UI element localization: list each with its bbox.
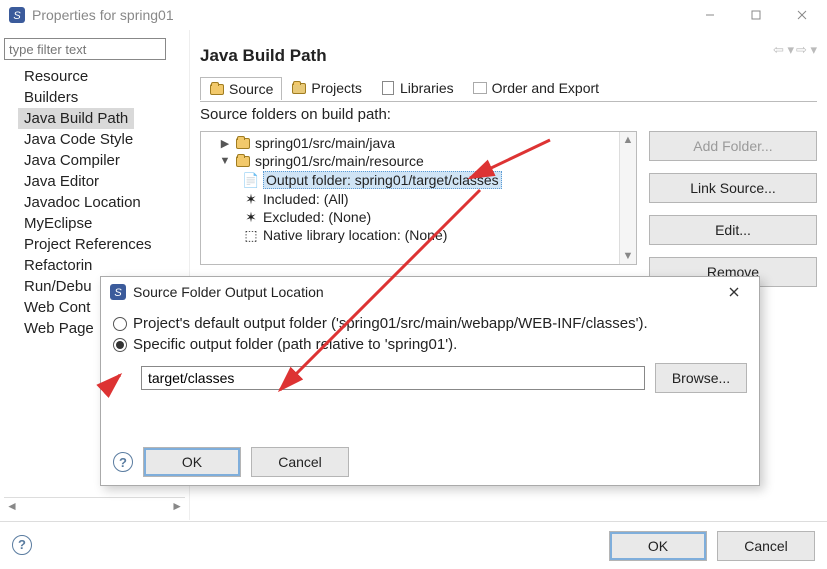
link-source-button[interactable]: Link Source... [649, 173, 817, 203]
tabs: Source Projects Libraries Order and Expo… [200, 74, 817, 102]
tree-node-label: Native library location: (None) [263, 227, 447, 243]
projects-icon [291, 80, 307, 96]
nav-item-java-compiler[interactable]: Java Compiler [18, 150, 185, 171]
dialog-ok-button[interactable]: OK [143, 447, 241, 477]
close-button[interactable] [779, 0, 825, 30]
forward-icon[interactable]: ⇨ ▾ [796, 42, 817, 58]
help-icon[interactable]: ? [113, 452, 133, 472]
native-lib-icon: ⬚ [243, 227, 259, 243]
minimize-button[interactable] [687, 0, 733, 30]
filter-input[interactable] [4, 38, 166, 60]
package-folder-icon [235, 153, 251, 169]
order-icon [472, 80, 488, 96]
maximize-button[interactable] [733, 0, 779, 30]
scroll-right-icon: ► [171, 499, 183, 513]
dialog-title: Source Folder Output Location [133, 284, 711, 300]
ok-button[interactable]: OK [609, 531, 707, 561]
source-folder-tree[interactable]: ▶ spring01/src/main/java ▼ spring01/src/… [200, 131, 637, 265]
nav-item-refactoring[interactable]: Refactorin [18, 255, 185, 276]
dialog-titlebar: S Source Folder Output Location [101, 277, 759, 307]
dialog-close-button[interactable] [711, 277, 757, 307]
help-icon[interactable]: ? [12, 535, 34, 557]
cancel-button[interactable]: Cancel [717, 531, 815, 561]
scroll-left-icon: ◄ [6, 499, 18, 513]
dialog-cancel-button[interactable]: Cancel [251, 447, 349, 477]
edit-button[interactable]: Edit... [649, 215, 817, 245]
tree-node-label: spring01/src/main/resource [255, 153, 424, 169]
window-title: Properties for spring01 [32, 7, 687, 23]
radio-specific-output[interactable]: Specific output folder (path relative to… [113, 336, 747, 353]
scroll-up-icon: ▲ [623, 132, 634, 148]
app-icon: S [109, 283, 127, 301]
filter-icon: ✶ [243, 209, 259, 225]
tree-node-label: spring01/src/main/java [255, 135, 395, 151]
nav-item-javadoc-location[interactable]: Javadoc Location [18, 192, 185, 213]
output-path-input[interactable] [141, 366, 645, 390]
tree-node-included[interactable]: ✶ Included: (All) [205, 190, 632, 208]
tree-node-excluded[interactable]: ✶ Excluded: (None) [205, 208, 632, 226]
tree-node-label: Excluded: (None) [263, 209, 371, 225]
tree-node-label: Included: (All) [263, 191, 349, 207]
libraries-icon [380, 80, 396, 96]
collapse-icon[interactable]: ▼ [219, 155, 231, 167]
nav-item-resource[interactable]: Resource [18, 66, 185, 87]
sidebar-h-scrollbar[interactable]: ◄ ► [4, 497, 185, 514]
tab-label: Source [229, 81, 273, 97]
history-nav: ⇦ ▾ ⇨ ▾ [773, 42, 817, 58]
svg-text:S: S [13, 10, 21, 22]
tab-label: Projects [311, 80, 362, 96]
output-location-dialog: S Source Folder Output Location Project'… [100, 276, 760, 486]
radio-icon [113, 338, 127, 352]
tree-node-label: Output folder: spring01/target/classes [263, 171, 502, 189]
radio-icon [113, 317, 127, 331]
tree-action-buttons: Add Folder... Link Source... Edit... Rem… [649, 129, 817, 287]
svg-text:S: S [114, 287, 122, 299]
dialog-footer: ? OK Cancel [101, 439, 759, 485]
page-title: Java Build Path [200, 38, 817, 74]
nav-item-java-build-path[interactable]: Java Build Path [18, 108, 134, 129]
tree-node-native-lib[interactable]: ⬚ Native library location: (None) [205, 226, 632, 244]
scroll-down-icon: ▼ [623, 248, 634, 264]
window-titlebar: S Properties for spring01 [0, 0, 827, 30]
nav-item-myeclipse[interactable]: MyEclipse [18, 213, 185, 234]
back-icon[interactable]: ⇦ ▾ [773, 42, 794, 58]
nav-item-project-references[interactable]: Project References [18, 234, 185, 255]
window-footer: ? OK Cancel [0, 521, 827, 569]
filter-icon: ✶ [243, 191, 259, 207]
tree-v-scrollbar[interactable]: ▲ ▼ [619, 132, 636, 264]
app-icon: S [8, 6, 26, 24]
nav-item-java-code-style[interactable]: Java Code Style [18, 129, 185, 150]
browse-button[interactable]: Browse... [655, 363, 747, 393]
tab-source[interactable]: Source [200, 77, 282, 100]
tab-label: Order and Export [492, 80, 599, 96]
tab-order-export[interactable]: Order and Export [463, 76, 608, 99]
package-folder-icon [235, 135, 251, 151]
tree-caption: Source folders on build path: [200, 106, 817, 123]
radio-default-output[interactable]: Project's default output folder ('spring… [113, 315, 747, 332]
add-folder-button[interactable]: Add Folder... [649, 131, 817, 161]
tab-projects[interactable]: Projects [282, 76, 371, 99]
radio-label: Project's default output folder ('spring… [133, 315, 648, 332]
nav-item-builders[interactable]: Builders [18, 87, 185, 108]
nav-item-java-editor[interactable]: Java Editor [18, 171, 185, 192]
tree-node[interactable]: ▶ spring01/src/main/java [205, 134, 632, 152]
tab-label: Libraries [400, 80, 454, 96]
tab-libraries[interactable]: Libraries [371, 76, 463, 99]
source-folder-icon [209, 81, 225, 97]
expand-icon[interactable]: ▶ [219, 137, 231, 150]
radio-label: Specific output folder (path relative to… [133, 336, 457, 353]
output-icon: 📄 [243, 172, 259, 188]
tree-node[interactable]: ▼ spring01/src/main/resource [205, 152, 632, 170]
tree-node-output-folder[interactable]: 📄 Output folder: spring01/target/classes [205, 170, 632, 190]
